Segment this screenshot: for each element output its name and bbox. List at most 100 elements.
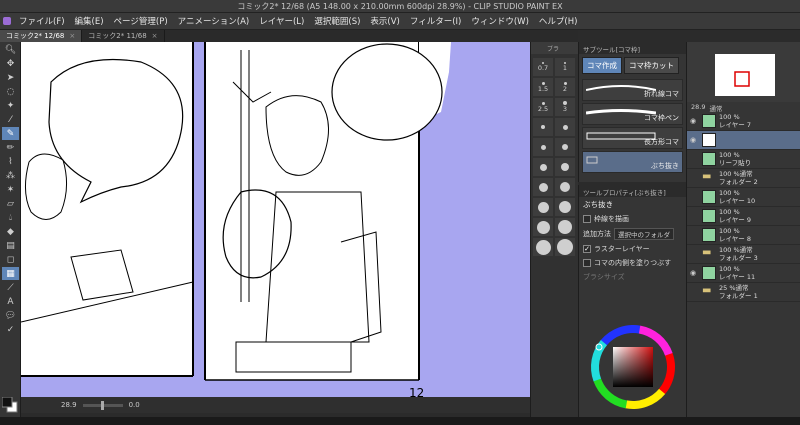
menu-selection[interactable]: 選択範囲(S): [309, 15, 365, 27]
brush-size-cell[interactable]: 0.7: [533, 58, 553, 76]
menu-filter[interactable]: フィルター(I): [405, 15, 466, 27]
layer-item-selected[interactable]: ◉: [687, 131, 800, 150]
text-tool-icon[interactable]: A: [2, 295, 19, 308]
brush-size-cell[interactable]: 1: [555, 58, 575, 76]
layer-folder[interactable]: ▬ 100 %通常 フォルダー 3: [687, 245, 800, 264]
brush-size-cell[interactable]: 2: [555, 78, 575, 96]
brush-size-cell[interactable]: [555, 118, 575, 136]
close-icon[interactable]: ×: [69, 32, 75, 40]
decoration-tool-icon[interactable]: ✶: [2, 183, 19, 196]
checkbox-icon[interactable]: [583, 259, 591, 267]
operation-tool-icon[interactable]: ➤: [2, 71, 19, 84]
layer-panel: 28.9 通常 ◉ 100 % レイヤー 7 ◉ 100 % リーフ貼り ▬ 1…: [686, 102, 800, 417]
page-number: 12: [409, 386, 424, 397]
color-wheel[interactable]: [579, 325, 687, 417]
brush-size-cell[interactable]: [533, 138, 553, 156]
brush-size-cell[interactable]: [555, 238, 575, 256]
menu-animation[interactable]: アニメーション(A): [173, 15, 255, 27]
menu-edit[interactable]: 編集(E): [70, 15, 109, 27]
lasso-tool-icon[interactable]: ◌: [2, 85, 19, 98]
eye-icon[interactable]: ◉: [687, 269, 699, 277]
brush-size-cell[interactable]: 2.5: [533, 98, 553, 116]
zoom-tool-icon[interactable]: 🔍︎: [2, 43, 19, 56]
menu-page[interactable]: ページ管理(P): [109, 15, 173, 27]
subtool-frame-pen[interactable]: コマ枠ペン: [582, 103, 683, 125]
blend-mode-dropdown[interactable]: 通常: [709, 103, 722, 113]
layer-item[interactable]: 100 % レイヤー 8: [687, 226, 800, 245]
menu-help[interactable]: ヘルプ(H): [534, 15, 583, 27]
figure-tool-icon[interactable]: ◻: [2, 253, 19, 266]
brush-size-cell[interactable]: [555, 198, 575, 216]
folder-icon: ▬: [702, 247, 712, 258]
fill-tool-icon[interactable]: ◆: [2, 225, 19, 238]
checkbox-checked-icon[interactable]: ✓: [583, 245, 591, 253]
raster-layer-option[interactable]: ✓ ラスターレイヤー: [579, 242, 686, 256]
menu-layer[interactable]: レイヤー(L): [254, 15, 309, 27]
layer-item[interactable]: 100 % レイヤー 9: [687, 207, 800, 226]
brush-tool-icon[interactable]: ⌇: [2, 155, 19, 168]
fill-inside-option[interactable]: コマの内側を塗りつぶす: [579, 256, 686, 270]
eye-icon[interactable]: ◉: [687, 136, 699, 144]
tab-document-11[interactable]: コミック2* 11/68 ×: [82, 30, 165, 42]
layer-item[interactable]: 100 % レイヤー 10: [687, 188, 800, 207]
main-color-swatch[interactable]: [2, 397, 18, 413]
taskbar-strip: [0, 417, 800, 425]
brush-size-cell[interactable]: [555, 158, 575, 176]
tab-frame-create[interactable]: コマ作成: [582, 57, 622, 74]
add-method-option[interactable]: 追加方法 選択中のフォルダ: [579, 226, 686, 242]
menu-bar: ファイル(F) 編集(E) ページ管理(P) アニメーション(A) レイヤー(L…: [0, 13, 800, 30]
menu-file[interactable]: ファイル(F): [14, 15, 70, 27]
correct-line-tool-icon[interactable]: ✓: [2, 323, 19, 336]
tab-frame-cut[interactable]: コマ枠カット: [624, 57, 679, 74]
subtool-breakout[interactable]: ぶち抜き: [582, 151, 683, 173]
balloon-tool-icon[interactable]: 💬︎: [2, 309, 19, 322]
auto-select-tool-icon[interactable]: ✦: [2, 99, 19, 112]
layer-thumbnail: [702, 209, 716, 223]
menu-view[interactable]: 表示(V): [365, 15, 404, 27]
zoom-value[interactable]: 28.9: [61, 401, 77, 409]
layer-item[interactable]: ◉ 100 % レイヤー 7: [687, 112, 800, 131]
layer-folder[interactable]: ▬ 25 %通常 フォルダー 1: [687, 283, 800, 302]
brush-size-cell[interactable]: [533, 118, 553, 136]
add-method-dropdown[interactable]: 選択中のフォルダ: [614, 228, 674, 240]
checkbox-icon[interactable]: [583, 215, 591, 223]
brush-size-cell[interactable]: 3: [555, 98, 575, 116]
move-tool-icon[interactable]: ✥: [2, 57, 19, 70]
draw-border-option[interactable]: 枠線を描画: [579, 212, 686, 226]
brush-size-cell[interactable]: 1.5: [533, 78, 553, 96]
gradient-tool-icon[interactable]: ▤: [2, 239, 19, 252]
zoom-slider[interactable]: [82, 400, 123, 410]
brush-size-cell[interactable]: [533, 198, 553, 216]
eraser-tool-icon[interactable]: ▱: [2, 197, 19, 210]
layer-folder[interactable]: ▬ 100 %通常 フォルダー 2: [687, 169, 800, 188]
window-title: コミック2* 12/68 (A5 148.00 x 210.00mm 600dp…: [237, 2, 563, 11]
brush-size-cell[interactable]: [533, 238, 553, 256]
brush-size-cell[interactable]: [533, 158, 553, 176]
navigator-preview[interactable]: [715, 54, 775, 96]
brush-size-cell[interactable]: [555, 138, 575, 156]
rotation-value[interactable]: 0.0: [129, 401, 140, 409]
brush-strip-header: ブラ: [531, 42, 578, 54]
brush-size-cell[interactable]: [533, 218, 553, 236]
pen-tool-icon[interactable]: ✎: [2, 127, 19, 140]
blend-tool-icon[interactable]: 💧︎: [2, 211, 19, 224]
breakout-preview-icon: [586, 156, 598, 164]
tab-document-12[interactable]: コミック2* 12/68 ×: [0, 30, 83, 42]
subtool-rectangle-frame[interactable]: 長方形コマ: [582, 127, 683, 149]
brush-size-cell[interactable]: [533, 178, 553, 196]
menu-window[interactable]: ウィンドウ(W): [466, 15, 534, 27]
layer-item[interactable]: 100 % リーフ貼り: [687, 150, 800, 169]
eye-icon[interactable]: ◉: [687, 117, 699, 125]
brush-size-cell[interactable]: [555, 218, 575, 236]
layer-item[interactable]: ◉ 100 % レイヤー 11: [687, 264, 800, 283]
frame-border-tool-icon[interactable]: ▦: [2, 267, 19, 280]
close-icon[interactable]: ×: [152, 32, 158, 40]
eyedropper-tool-icon[interactable]: ⁄: [2, 113, 19, 126]
canvas[interactable]: 12: [21, 42, 557, 397]
pencil-tool-icon[interactable]: ✏: [2, 141, 19, 154]
airbrush-tool-icon[interactable]: ⁂: [2, 169, 19, 182]
brush-size-cell[interactable]: [555, 178, 575, 196]
subtool-polyline-frame[interactable]: 折れ線コマ: [582, 79, 683, 101]
ruler-tool-icon[interactable]: ⟋: [2, 281, 19, 294]
navigator-zoom[interactable]: 28.9: [691, 103, 705, 111]
